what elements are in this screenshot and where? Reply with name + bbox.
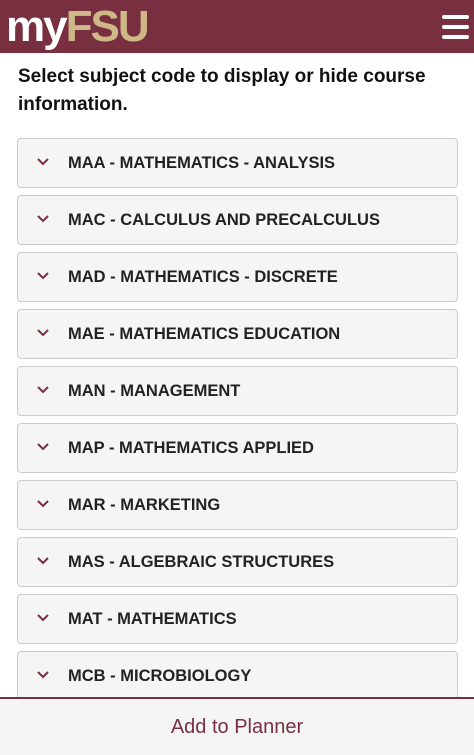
subject-item-maa[interactable]: MAA - MATHEMATICS - ANALYSIS: [17, 138, 458, 188]
subject-item-mae[interactable]: MAE - MATHEMATICS EDUCATION: [17, 309, 458, 359]
subject-label: MCB - MICROBIOLOGY: [68, 667, 252, 685]
subject-item-man[interactable]: MAN - MANAGEMENT: [17, 366, 458, 416]
subject-item-mac[interactable]: MAC - CALCULUS AND PRECALCULUS: [17, 195, 458, 245]
chevron-down-icon: [36, 325, 50, 339]
instructions-text: Select subject code to display or hide c…: [18, 66, 426, 115]
chevron-down-icon: [36, 667, 50, 681]
subject-item-mcb[interactable]: MCB - MICROBIOLOGY: [17, 651, 458, 701]
add-to-planner-button[interactable]: Add to Planner: [0, 699, 474, 755]
subject-label: MAS - ALGEBRAIC STRUCTURES: [68, 553, 335, 571]
subject-label: MAD - MATHEMATICS - DISCRETE: [68, 268, 338, 286]
logo-my-text: my: [6, 2, 68, 51]
chevron-down-icon: [36, 610, 50, 624]
subject-item-mas[interactable]: MAS - ALGEBRAIC STRUCTURES: [17, 537, 458, 587]
subject-label: MAC - CALCULUS AND PRECALCULUS: [68, 211, 380, 229]
subject-item-mat[interactable]: MAT - MATHEMATICS: [17, 594, 458, 644]
chevron-down-icon: [36, 154, 50, 168]
app-header: myFSU: [0, 0, 474, 53]
subject-label: MAA - MATHEMATICS - ANALYSIS: [68, 154, 336, 172]
chevron-down-icon: [36, 382, 50, 396]
chevron-down-icon: [36, 496, 50, 510]
chevron-down-icon: [36, 211, 50, 225]
logo-fsu-text: FSU: [65, 2, 150, 51]
subject-item-mad[interactable]: MAD - MATHEMATICS - DISCRETE: [17, 252, 458, 302]
bottom-action-bar: Add to Planner: [0, 697, 474, 755]
subject-label: MAP - MATHEMATICS APPLIED: [68, 439, 314, 457]
chevron-down-icon: [36, 553, 50, 567]
subject-label: MAT - MATHEMATICS: [68, 610, 237, 628]
subject-label: MAR - MARKETING: [68, 496, 221, 514]
subject-label: MAE - MATHEMATICS EDUCATION: [68, 325, 341, 343]
hamburger-menu-icon[interactable]: [436, 10, 474, 44]
subject-label: MAN - MANAGEMENT: [68, 382, 241, 400]
chevron-down-icon: [36, 268, 50, 282]
myfsu-logo[interactable]: myFSU: [6, 0, 150, 53]
subject-item-mar[interactable]: MAR - MARKETING: [17, 480, 458, 530]
chevron-down-icon: [36, 439, 50, 453]
subject-list: MAA - MATHEMATICS - ANALYSIS MAC - CALCU…: [17, 138, 458, 708]
subject-item-map[interactable]: MAP - MATHEMATICS APPLIED: [17, 423, 458, 473]
